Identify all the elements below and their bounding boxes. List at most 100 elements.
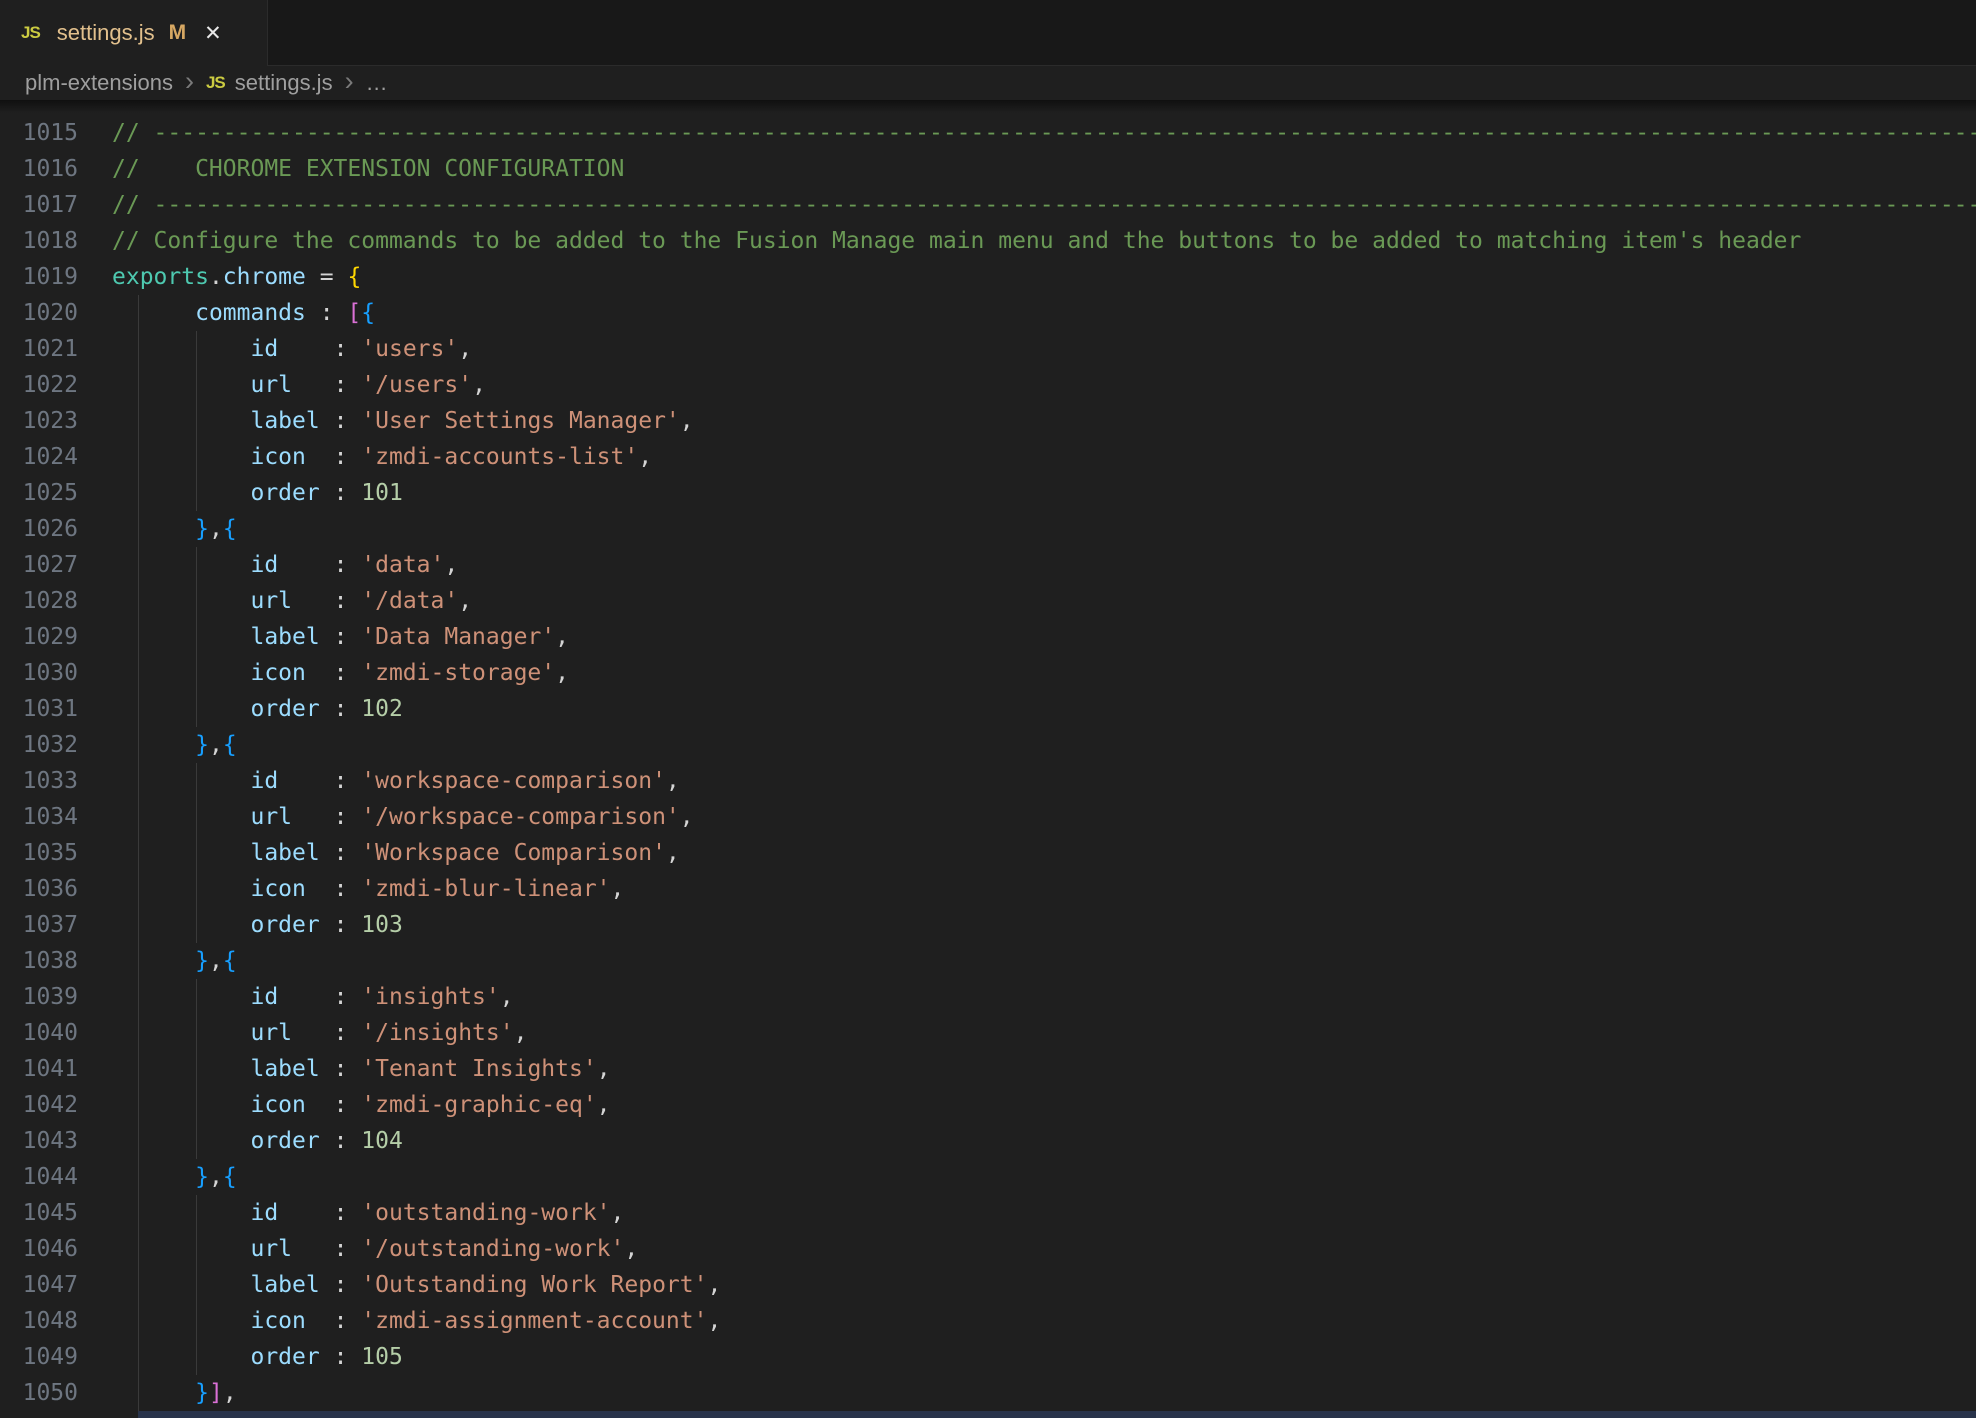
indent-guide bbox=[196, 799, 197, 835]
javascript-file-icon: JS bbox=[206, 73, 225, 93]
code-text: label : 'Outstanding Work Report', bbox=[112, 1267, 721, 1303]
indent-guide bbox=[196, 367, 197, 403]
code-line[interactable]: 1039 id : 'insights', bbox=[0, 979, 1976, 1015]
indent-guide bbox=[138, 799, 139, 835]
code-line[interactable]: 1025 order : 101 bbox=[0, 475, 1976, 511]
code-line[interactable]: 1034 url : '/workspace-comparison', bbox=[0, 799, 1976, 835]
line-number: 1046 bbox=[0, 1231, 78, 1267]
code-line[interactable]: 1021 id : 'users', bbox=[0, 331, 1976, 367]
line-number: 1032 bbox=[0, 727, 78, 763]
code-line[interactable]: 1018// Configure the commands to be adde… bbox=[0, 223, 1976, 259]
code-line[interactable]: 1031 order : 102 bbox=[0, 691, 1976, 727]
code-text: commands : [{ bbox=[112, 295, 375, 331]
indent-guide bbox=[138, 1159, 139, 1195]
code-line[interactable]: 1049 order : 105 bbox=[0, 1339, 1976, 1375]
indent-guide bbox=[196, 1339, 197, 1375]
line-number: 1042 bbox=[0, 1087, 78, 1123]
code-line[interactable]: 1026 },{ bbox=[0, 511, 1976, 547]
code-text: id : 'outstanding-work', bbox=[112, 1195, 624, 1231]
code-text: },{ bbox=[112, 943, 237, 979]
line-number: 1030 bbox=[0, 655, 78, 691]
code-line[interactable]: 1035 label : 'Workspace Comparison', bbox=[0, 835, 1976, 871]
indent-guide bbox=[138, 727, 139, 763]
line-number: 1034 bbox=[0, 799, 78, 835]
code-line[interactable]: 1044 },{ bbox=[0, 1159, 1976, 1195]
code-line[interactable]: 1046 url : '/outstanding-work', bbox=[0, 1231, 1976, 1267]
code-line[interactable]: 1048 icon : 'zmdi-assignment-account', bbox=[0, 1303, 1976, 1339]
indent-guide bbox=[138, 1303, 139, 1339]
git-modified-badge: M bbox=[169, 21, 187, 45]
code-line[interactable]: 1027 id : 'data', bbox=[0, 547, 1976, 583]
line-number: 1021 bbox=[0, 331, 78, 367]
line-number: 1019 bbox=[0, 259, 78, 295]
indent-guide bbox=[138, 619, 139, 655]
breadcrumb-file[interactable]: settings.js bbox=[235, 70, 333, 96]
indent-guide bbox=[138, 691, 139, 727]
indent-guide bbox=[196, 439, 197, 475]
tab-filename: settings.js bbox=[57, 20, 155, 46]
code-line[interactable]: 1015// ---------------------------------… bbox=[0, 115, 1976, 151]
indent-guide bbox=[196, 1195, 197, 1231]
code-editor[interactable]: 1015// ---------------------------------… bbox=[0, 100, 1976, 1418]
code-line[interactable]: 1043 order : 104 bbox=[0, 1123, 1976, 1159]
line-number: 1024 bbox=[0, 439, 78, 475]
indent-guide bbox=[196, 871, 197, 907]
indent-guide bbox=[138, 655, 139, 691]
code-line[interactable]: 1017 // ---------------------------------… bbox=[0, 187, 1976, 223]
code-line[interactable]: 1022 url : '/users', bbox=[0, 367, 1976, 403]
indent-guide bbox=[138, 835, 139, 871]
code-line[interactable]: 1020 commands : [{ bbox=[0, 295, 1976, 331]
code-text: url : '/workspace-comparison', bbox=[112, 799, 694, 835]
line-number: 1023 bbox=[0, 403, 78, 439]
code-text: url : '/data', bbox=[112, 583, 472, 619]
code-line[interactable]: 1040 url : '/insights', bbox=[0, 1015, 1976, 1051]
code-line[interactable]: 1036 icon : 'zmdi-blur-linear', bbox=[0, 871, 1976, 907]
line-number: 1025 bbox=[0, 475, 78, 511]
code-line[interactable]: 1042 icon : 'zmdi-graphic-eq', bbox=[0, 1087, 1976, 1123]
code-line[interactable]: 1037 order : 103 bbox=[0, 907, 1976, 943]
indent-guide bbox=[138, 979, 139, 1015]
code-line[interactable]: 1029 label : 'Data Manager', bbox=[0, 619, 1976, 655]
code-line[interactable]: 1045 id : 'outstanding-work', bbox=[0, 1195, 1976, 1231]
line-number: 1048 bbox=[0, 1303, 78, 1339]
code-text: order : 105 bbox=[112, 1339, 403, 1375]
line-number: 1049 bbox=[0, 1339, 78, 1375]
indent-guide bbox=[196, 691, 197, 727]
line-number: 1017 bbox=[0, 187, 78, 223]
code-text: order : 103 bbox=[112, 907, 403, 943]
indent-guide bbox=[138, 511, 139, 547]
tab-settings-js[interactable]: JS settings.js M ✕ bbox=[0, 0, 268, 66]
close-icon[interactable]: ✕ bbox=[204, 21, 222, 46]
indent-guide bbox=[138, 1015, 139, 1051]
code-line[interactable]: 1016// CHOROME EXTENSION CONFIGURATION bbox=[0, 151, 1976, 187]
chevron-right-icon: › bbox=[185, 71, 194, 91]
indent-guide bbox=[138, 907, 139, 943]
code-line[interactable]: 1038 },{ bbox=[0, 943, 1976, 979]
line-number: 1028 bbox=[0, 583, 78, 619]
line-number: 1039 bbox=[0, 979, 78, 1015]
indent-guide bbox=[196, 1267, 197, 1303]
code-text: label : 'Workspace Comparison', bbox=[112, 835, 680, 871]
code-line[interactable]: 1023 label : 'User Settings Manager', bbox=[0, 403, 1976, 439]
breadcrumb-folder[interactable]: plm-extensions bbox=[25, 70, 173, 96]
code-line[interactable]: 1033 id : 'workspace-comparison', bbox=[0, 763, 1976, 799]
code-line[interactable]: 1041 label : 'Tenant Insights', bbox=[0, 1051, 1976, 1087]
code-line[interactable]: 1032 },{ bbox=[0, 727, 1976, 763]
code-line[interactable]: 1050 }], bbox=[0, 1375, 1976, 1411]
breadcrumb-symbol-ellipsis[interactable]: … bbox=[366, 70, 388, 96]
code-line[interactable]: 1047 label : 'Outstanding Work Report', bbox=[0, 1267, 1976, 1303]
code-line[interactable]: 1019exports.chrome = { bbox=[0, 259, 1976, 295]
line-number: 1041 bbox=[0, 1051, 78, 1087]
breadcrumb: plm-extensions › JS settings.js › … bbox=[0, 66, 1976, 100]
line-number: 1044 bbox=[0, 1159, 78, 1195]
indent-guide bbox=[138, 547, 139, 583]
line-number: 1022 bbox=[0, 367, 78, 403]
code-line[interactable]: 1030 icon : 'zmdi-storage', bbox=[0, 655, 1976, 691]
code-text: // -------------------------------------… bbox=[112, 187, 1976, 223]
code-text: id : 'workspace-comparison', bbox=[112, 763, 680, 799]
indent-guide bbox=[196, 655, 197, 691]
indent-guide bbox=[138, 367, 139, 403]
indent-guide bbox=[138, 1339, 139, 1375]
code-line[interactable]: 1024 icon : 'zmdi-accounts-list', bbox=[0, 439, 1976, 475]
code-line[interactable]: 1028 url : '/data', bbox=[0, 583, 1976, 619]
